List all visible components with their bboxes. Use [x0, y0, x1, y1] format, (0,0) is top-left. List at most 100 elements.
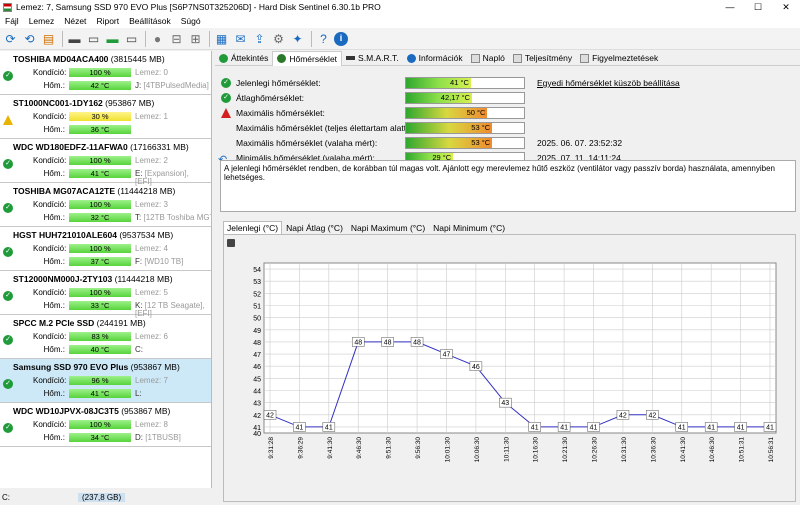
volume-info: F: [WD10 TB] [135, 257, 184, 266]
temperature-row: ✓ Átlaghőmérséklet: 42,17 °C [215, 91, 795, 105]
tab-performance[interactable]: Teljesítmény [509, 51, 576, 66]
warning-icon [221, 108, 231, 118]
data-label: 41 [590, 425, 598, 432]
check-icon: ✓ [3, 335, 13, 345]
gear-icon[interactable]: ⚙ [270, 30, 287, 47]
menu-settings[interactable]: Beállítások [124, 16, 176, 26]
chart-tab-daily-avg[interactable]: Napi Átlag (°C) [282, 221, 347, 234]
volume-info: C: [135, 345, 143, 354]
report-icon[interactable]: ▦ [213, 30, 230, 47]
disk-item[interactable]: SPCC M.2 PCIe SSD (244191 MB) ✓ Kondíció: 8… [0, 315, 211, 359]
window-title: Lemez: 7, Samsung SSD 970 EVO Plus [S6P7… [16, 2, 381, 12]
x-tick-label: 10:51:31 [739, 437, 746, 463]
disk-info-icon[interactable]: ▤ [40, 30, 57, 47]
volume-info: L: [135, 389, 142, 398]
performance-icon [512, 53, 522, 63]
hdd-icon[interactable]: ● [149, 30, 166, 47]
health-bar: 30 % [69, 112, 131, 121]
disk-item[interactable]: TOSHIBA MD04ACA400 (3815445 MB) ✓ Kondíció… [0, 51, 211, 95]
smart-icon [346, 56, 356, 60]
disk-item[interactable]: HGST HUH721010ALE604 (9537534 MB) ✓ Kondíc… [0, 227, 211, 271]
disk-item[interactable]: WDC WD10JPVX-08JC3T5 (953867 MB) ✓ Kondíci… [0, 403, 211, 447]
help-icon[interactable]: ? [315, 30, 332, 47]
temp-label: Hőm.: [43, 345, 65, 354]
health-bar: 100 % [69, 288, 131, 297]
disk-item[interactable]: Samsung SSD 970 EVO Plus (953867 MB) ✓ Kon… [0, 359, 211, 403]
disk-number: Lemez: 4 [135, 244, 168, 253]
check-icon [219, 53, 228, 63]
check-icon: ✓ [3, 203, 13, 213]
tab-alerts[interactable]: Figyelmeztetések [576, 51, 662, 66]
tab-temperature[interactable]: Hőmérséklet [272, 50, 343, 66]
disk-number: Lemez: 0 [135, 68, 168, 77]
close-button[interactable]: ✕ [772, 0, 800, 14]
maximize-button[interactable]: ☐ [744, 0, 772, 14]
volume-info: D: [1TBUSB] [135, 433, 181, 442]
disk-number: Lemez: 3 [135, 200, 168, 209]
tab-log[interactable]: Napló [467, 51, 509, 66]
disk-name: WDC WD10JPVX-08JC3T5 (953867 MB) [13, 406, 171, 416]
health-bar: 100 % [69, 200, 131, 209]
data-label: 41 [560, 425, 568, 432]
tab-smart[interactable]: S.M.A.R.T. [342, 51, 403, 66]
x-tick-label: 10:56:31 [768, 437, 775, 463]
x-tick-label: 10:26:30 [592, 437, 599, 463]
status-drive: C: [2, 493, 10, 502]
menu-view[interactable]: Nézet [59, 16, 91, 26]
disk-item[interactable]: WDC WD180EDFZ-11AFWA0 (17166331 MB) ✓ Kond… [0, 139, 211, 186]
refresh-all-icon[interactable]: ⟲ [21, 30, 38, 47]
toolbar: ⟳ ⟲ ▤ ▬ ▭ ▬ ▭ ● ⊟ ⊞ ▦ ✉ ⇪ ⚙ ✦ ? i [0, 28, 800, 50]
disk-repair-icon[interactable]: ▭ [123, 30, 140, 47]
tab-overview[interactable]: Áttekintés [215, 51, 272, 66]
check-icon: ✓ [3, 423, 13, 433]
disk-item[interactable]: TOSHIBA MG07ACA12TE (11444218 MB) ✓ Kondíc… [0, 183, 211, 227]
menu-file[interactable]: Fájl [0, 16, 24, 26]
data-label: 47 [443, 352, 451, 359]
health-bar: 83 % [69, 332, 131, 341]
about-icon[interactable]: i [334, 31, 348, 46]
plot-area [263, 262, 777, 434]
data-label: 41 [325, 425, 333, 432]
chart-tab-daily-min[interactable]: Napi Minimum (°C) [429, 221, 509, 234]
health-label: Kondíció: [33, 200, 67, 209]
minimize-button[interactable]: — [716, 0, 744, 14]
options-icon[interactable]: ✦ [289, 30, 306, 47]
data-label: 41 [766, 425, 774, 432]
disk-check-icon[interactable]: ▬ [104, 30, 121, 47]
y-tick-label: 53 [253, 279, 261, 286]
temp-label: Hőm.: [43, 301, 65, 310]
temp-label: Hőm.: [43, 257, 65, 266]
y-tick-label: 54 [253, 267, 261, 274]
email-icon[interactable]: ✉ [232, 30, 249, 47]
temperature-value: 53 °C [406, 138, 493, 148]
disk-surface-icon[interactable]: ▭ [85, 30, 102, 47]
data-label: 48 [384, 340, 392, 347]
disk-item[interactable]: ST12000NM000J-2TY103 (11444218 MB) ✓ Kondí… [0, 271, 211, 318]
alerts-icon [580, 53, 590, 63]
health-bar: 100 % [69, 244, 131, 253]
volume-info: J: [4TBPulsedMedia] [135, 81, 209, 90]
temp-bar: 33 °C [69, 301, 131, 310]
usb-icon[interactable]: ⊟ [168, 30, 185, 47]
disk-item[interactable]: ST1000NC001-1DY162 (953867 MB) Kondíció: 3… [0, 95, 211, 139]
menu-disk[interactable]: Lemez [24, 16, 60, 26]
temperature-chart: 41 42 43 44 45 46 47 48 49 50 51 52 53 54 40 9:31:28 9:3… [223, 234, 796, 502]
tab-information[interactable]: Információk [403, 51, 467, 66]
network-disk-icon[interactable]: ⊞ [187, 30, 204, 47]
chart-tab-daily-max[interactable]: Napi Maximum (°C) [347, 221, 429, 234]
send-report-icon[interactable]: ⇪ [251, 30, 268, 47]
disk-number: Lemez: 7 [135, 376, 168, 385]
disk-test-icon[interactable]: ▬ [66, 30, 83, 47]
threshold-settings-link[interactable]: Egyedi hőmérséklet küszöb beállítása [537, 78, 680, 88]
temperature-row: ✓ Jelenlegi hőmérséklet: 41 °C Egyedi hőmér… [215, 76, 795, 90]
chart-svg: 41 42 43 44 45 46 47 48 49 50 51 52 53 54 40 9:31:28 9:3… [253, 262, 777, 463]
chart-tab-current[interactable]: Jelenlegi (°C) [223, 221, 283, 234]
check-icon: ✓ [3, 71, 13, 81]
y-tick-label: 51 [253, 304, 261, 311]
refresh-icon[interactable]: ⟳ [2, 30, 19, 47]
data-label: 41 [737, 425, 745, 432]
health-bar: 100 % [69, 156, 131, 165]
menu-help[interactable]: Súgó [176, 16, 206, 26]
menu-report[interactable]: Riport [91, 16, 124, 26]
x-tick-label: 10:06:30 [474, 437, 481, 463]
